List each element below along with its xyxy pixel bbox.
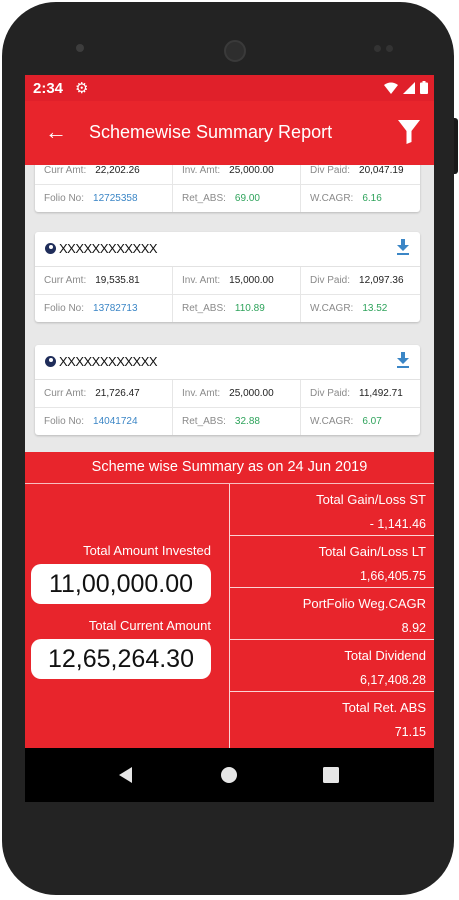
- folio-value: 12725358: [93, 193, 138, 204]
- card-header: XXXXXXXXXXXX: [35, 345, 420, 380]
- system-icons: [384, 81, 428, 94]
- card-row-amounts: Curr Amt: 22,202.26 Inv. Amt: 25,000.00 Di…: [35, 165, 420, 185]
- wifi-icon: [384, 82, 398, 94]
- battery-icon: [420, 81, 428, 94]
- user-icon: [45, 243, 56, 254]
- curr-amt-label: Curr Amt:: [44, 388, 87, 399]
- earpiece-speaker: [224, 40, 246, 62]
- ret-abs-value: 32.88: [234, 416, 260, 427]
- inv-amt-label: Inv. Amt:: [182, 275, 221, 286]
- div-paid-value: 11,492.71: [359, 388, 403, 399]
- gear-icon: ⚙: [75, 80, 89, 97]
- wcagr-label: W.CAGR:: [310, 193, 354, 204]
- scheme-card[interactable]: XXXXXXXXXXXX Curr Amt: 19,535.81 Inv. Amt…: [35, 232, 420, 322]
- ret-abs-label: Ret_ABS:: [182, 416, 226, 427]
- wcagr-value: 13.52: [362, 303, 388, 314]
- wcagr-label: W.CAGR:: [310, 303, 354, 314]
- stat-portfolio-cagr: PortFolio Weg.CAGR 8.92: [230, 588, 434, 640]
- total-current-value: 12,65,264.30: [31, 639, 211, 679]
- stat-label: Total Gain/Loss ST: [316, 492, 426, 507]
- system-nav-bar: [25, 748, 434, 802]
- curr-amt-label: Curr Amt:: [44, 165, 87, 176]
- total-invested-label: Total Amount Invested: [83, 543, 211, 558]
- card-header: XXXXXXXXXXXX: [35, 232, 420, 267]
- summary-title: Scheme wise Summary as on 24 Jun 2019: [25, 452, 434, 484]
- card-row-returns: Folio No: 14041724 Ret_ABS: 32.88 W.CAGR: 6…: [35, 408, 420, 435]
- download-icon[interactable]: [396, 352, 410, 373]
- div-paid-label: Div Paid:: [310, 165, 351, 176]
- folio-value: 13782713: [93, 303, 138, 314]
- inv-amt-label: Inv. Amt:: [182, 388, 221, 399]
- ret-abs-value: 110.89: [234, 303, 265, 314]
- ret-abs-label: Ret_ABS:: [182, 303, 226, 314]
- wcagr-value: 6.16: [362, 193, 382, 204]
- inv-amt-label: Inv. Amt:: [182, 165, 221, 176]
- stat-label: Total Gain/Loss LT: [318, 544, 426, 559]
- curr-amt-label: Curr Amt:: [44, 275, 87, 286]
- inv-amt-value: 25,000.00: [229, 388, 274, 399]
- curr-amt-value: 21,726.47: [95, 388, 140, 399]
- stat-total-dividend: Total Dividend 6,17,408.28: [230, 640, 434, 692]
- page-title: Schemewise Summary Report: [89, 122, 333, 142]
- card-row-returns: Folio No: 13782713 Ret_ABS: 110.89 W.CAGR:…: [35, 295, 420, 322]
- sensor: [386, 45, 393, 52]
- side-button: [454, 118, 458, 174]
- div-paid-label: Div Paid:: [310, 275, 351, 286]
- scheme-card[interactable]: XXXXXXXXXXXX Curr Amt: 21,726.47 Inv. Amt…: [35, 345, 420, 435]
- wcagr-value: 6.07: [362, 416, 382, 427]
- scheme-card[interactable]: Curr Amt: 22,202.26 Inv. Amt: 25,000.00 Di…: [35, 165, 420, 212]
- app-screen: 2:34 ⚙ ← Schemewise Summary Report Curr …: [25, 75, 434, 802]
- status-time: 2:34: [33, 80, 64, 97]
- folio-label: Folio No:: [44, 193, 85, 204]
- front-camera: [76, 44, 84, 52]
- nav-recents-icon[interactable]: [301, 748, 361, 802]
- stat-total-ret-abs: Total Ret. ABS 71.15: [230, 692, 434, 744]
- download-icon[interactable]: [396, 239, 410, 260]
- div-paid-label: Div Paid:: [310, 388, 351, 399]
- total-invested-value: 11,00,000.00: [31, 564, 211, 604]
- div-paid-value: 20,047.19: [359, 165, 404, 176]
- stat-label: Total Ret. ABS: [342, 700, 426, 715]
- scheme-list[interactable]: Curr Amt: 22,202.26 Inv. Amt: 25,000.00 Di…: [25, 165, 434, 452]
- folio-label: Folio No:: [44, 303, 85, 314]
- stat-gain-loss-lt: Total Gain/Loss LT 1,66,405.75: [230, 536, 434, 588]
- stat-value: 71.15: [394, 725, 426, 739]
- ret-abs-value: 69.00: [234, 193, 260, 204]
- inv-amt-value: 25,000.00: [229, 165, 274, 176]
- summary-totals: Total Amount Invested 11,00,000.00 Total…: [25, 484, 230, 748]
- status-bar: 2:34 ⚙: [25, 75, 434, 101]
- total-current-label: Total Current Amount: [88, 618, 211, 633]
- stat-value: - 1,141.46: [369, 517, 426, 531]
- curr-amt-value: 22,202.26: [95, 165, 140, 176]
- card-row-amounts: Curr Amt: 19,535.81 Inv. Amt: 15,000.00 Di…: [35, 267, 420, 295]
- stat-label: Total Dividend: [344, 648, 426, 663]
- folio-value: 14041724: [93, 416, 138, 427]
- sensor: [374, 45, 381, 52]
- stat-value: 6,17,408.28: [359, 673, 426, 687]
- filter-icon[interactable]: [398, 120, 420, 149]
- back-arrow-icon[interactable]: ←: [45, 119, 67, 145]
- stat-value: 8.92: [401, 621, 426, 635]
- signal-icon: [403, 81, 415, 94]
- card-row-returns: Folio No: 12725358 Ret_ABS: 69.00 W.CAGR: 6…: [35, 185, 420, 212]
- summary-stats: Total Gain/Loss ST - 1,141.46 Total Gain…: [230, 484, 434, 748]
- curr-amt-value: 19,535.81: [95, 275, 140, 286]
- app-bar: ← Schemewise Summary Report: [25, 101, 434, 165]
- scheme-holder-name: XXXXXXXXXXXX: [59, 354, 158, 369]
- stat-value: 1,66,405.75: [359, 569, 426, 583]
- nav-back-icon[interactable]: [95, 748, 155, 802]
- user-icon: [45, 356, 56, 367]
- card-row-amounts: Curr Amt: 21,726.47 Inv. Amt: 25,000.00 Di…: [35, 380, 420, 408]
- wcagr-label: W.CAGR:: [310, 416, 354, 427]
- summary-panel: Scheme wise Summary as on 24 Jun 2019 To…: [25, 452, 434, 748]
- stat-gain-loss-st: Total Gain/Loss ST - 1,141.46: [230, 484, 434, 536]
- scheme-holder-name: XXXXXXXXXXXX: [59, 241, 158, 256]
- stat-label: PortFolio Weg.CAGR: [302, 596, 426, 611]
- inv-amt-value: 15,000.00: [229, 275, 274, 286]
- nav-home-icon[interactable]: [199, 748, 259, 802]
- folio-label: Folio No:: [44, 416, 85, 427]
- ret-abs-label: Ret_ABS:: [182, 193, 226, 204]
- div-paid-value: 12,097.36: [359, 275, 404, 286]
